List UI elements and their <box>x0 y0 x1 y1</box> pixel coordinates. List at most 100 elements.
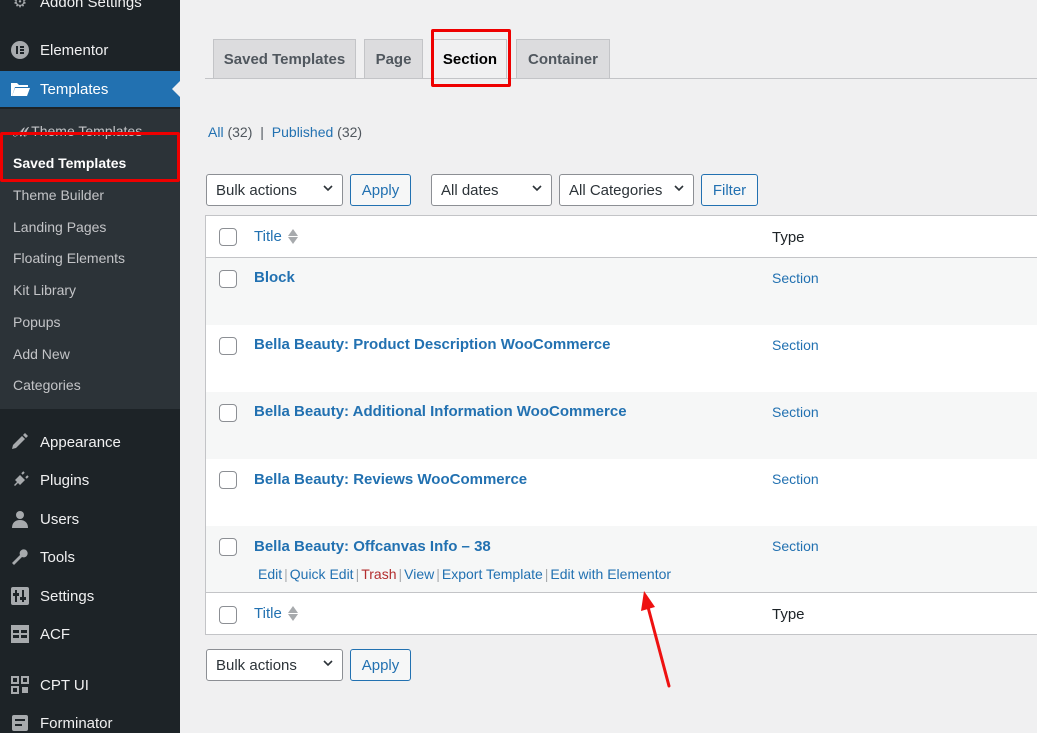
table-icon <box>9 624 31 644</box>
action-separator: | <box>398 566 403 582</box>
menu-plugins[interactable]: Plugins <box>0 462 180 498</box>
folder-icon <box>9 79 31 99</box>
highlight-section-tab <box>431 29 511 87</box>
column-title-label: Title <box>254 605 282 622</box>
plug-icon <box>9 470 31 490</box>
sort-icon <box>287 229 298 244</box>
menu-templates[interactable]: Templates <box>0 71 180 107</box>
edit-with-elementor-link[interactable]: Edit with Elementor <box>550 566 671 582</box>
tab-page[interactable]: Page <box>364 39 423 79</box>
export-template-link[interactable]: Export Template <box>442 566 543 582</box>
row-title-link[interactable]: Bella Beauty: Reviews WooCommerce <box>254 471 527 488</box>
view-all-link[interactable]: All <box>208 124 224 140</box>
row-type-link[interactable]: Section <box>772 404 819 420</box>
chevron-down-icon <box>323 660 333 667</box>
dates-select[interactable]: All dates <box>431 174 552 206</box>
column-title-label: Title <box>254 228 282 245</box>
menu-users[interactable]: Users <box>0 501 180 537</box>
menu-forminator[interactable]: Forminator <box>0 705 180 733</box>
grid-icon <box>9 675 31 695</box>
view-link[interactable]: View <box>404 566 434 582</box>
row-checkbox[interactable] <box>219 337 237 355</box>
chevron-down-icon <box>323 185 333 192</box>
column-type-header: Type <box>772 229 805 246</box>
categories-select[interactable]: All Categories <box>559 174 694 206</box>
action-separator: | <box>436 566 440 582</box>
tab-container[interactable]: Container <box>516 39 610 79</box>
row-title-link[interactable]: Bella Beauty: Additional Information Woo… <box>254 403 627 420</box>
menu-label: Appearance <box>40 433 121 451</box>
table-row: Bella Beauty: Additional Information Woo… <box>206 392 1037 459</box>
menu-label: ACF <box>40 625 70 643</box>
filter-button[interactable]: Filter <box>701 174 758 206</box>
row-type-link[interactable]: Section <box>772 471 819 487</box>
row-checkbox[interactable] <box>219 538 237 556</box>
action-separator: | <box>284 566 288 582</box>
tab-saved-templates[interactable]: Saved Templates <box>213 39 356 79</box>
select-all-checkbox[interactable] <box>219 228 237 246</box>
submenu-landing-pages[interactable]: Landing Pages <box>13 219 106 235</box>
menu-cpt-ui[interactable]: CPT UI <box>0 667 180 703</box>
menu-addon-settings[interactable]: ⚙ Addon Settings <box>0 0 180 20</box>
row-type-link[interactable]: Section <box>772 337 819 353</box>
form-icon <box>9 713 31 733</box>
apply-button-bottom[interactable]: Apply <box>350 649 411 681</box>
menu-label: Tools <box>40 548 76 566</box>
view-published-count: (32) <box>337 124 363 140</box>
menu-settings[interactable]: Settings <box>0 578 180 614</box>
submenu-add-new[interactable]: Add New <box>13 346 70 362</box>
admin-sidebar: ⚙ Addon Settings Elementor Templates 𝓜 T… <box>0 0 180 733</box>
menu-label: CPT UI <box>40 676 89 694</box>
trash-link[interactable]: Trash <box>361 566 396 582</box>
subsubsub-views: All (32) | Published (32) <box>208 124 362 140</box>
row-checkbox[interactable] <box>219 471 237 489</box>
menu-tools[interactable]: Tools <box>0 539 180 575</box>
templates-table: Title Type Block Section Bella Beauty: P… <box>205 215 1037 635</box>
menu-appearance[interactable]: Appearance <box>0 424 180 460</box>
action-separator: | <box>544 566 549 582</box>
column-title-header[interactable]: Title <box>254 228 298 245</box>
user-icon <box>9 509 31 529</box>
submenu-kit-library[interactable]: Kit Library <box>13 282 76 298</box>
table-row: Bella Beauty: Product Description WooCom… <box>206 325 1037 392</box>
row-type-link[interactable]: Section <box>772 270 819 286</box>
menu-label: Settings <box>40 587 95 605</box>
chevron-down-icon <box>674 185 684 192</box>
table-row: Bella Beauty: Offcanvas Info – 38 Sectio… <box>206 526 1037 593</box>
column-title-footer[interactable]: Title <box>254 605 298 622</box>
menu-label: Addon Settings <box>40 0 142 11</box>
action-separator: | <box>355 566 360 582</box>
submenu-categories[interactable]: Categories <box>13 377 81 393</box>
table-row: Block Section <box>206 258 1037 325</box>
table-footer: Title Type <box>206 594 1037 636</box>
row-checkbox[interactable] <box>219 270 237 288</box>
quick-edit-link[interactable]: Quick Edit <box>290 566 354 582</box>
row-title-link[interactable]: Bella Beauty: Product Description WooCom… <box>254 336 610 353</box>
apply-button-top[interactable]: Apply <box>350 174 411 206</box>
bulk-actions-value: Bulk actions <box>216 656 297 674</box>
row-title-link[interactable]: Bella Beauty: Offcanvas Info – 38 <box>254 538 491 555</box>
menu-label: Forminator <box>40 714 113 732</box>
row-checkbox[interactable] <box>219 404 237 422</box>
row-actions: Edit | Quick Edit | Trash | View | Export Templa… <box>256 566 673 582</box>
bulk-actions-select-bottom[interactable]: Bulk actions <box>206 649 343 681</box>
bulk-actions-select-top[interactable]: Bulk actions <box>206 174 343 206</box>
view-published-link[interactable]: Published <box>272 124 334 140</box>
submenu-floating-elements[interactable]: Floating Elements <box>13 250 125 266</box>
tab-divider <box>205 78 1037 79</box>
row-title-link[interactable]: Block <box>254 269 295 286</box>
sort-icon <box>287 606 298 621</box>
select-all-checkbox-bottom[interactable] <box>219 606 237 624</box>
table-header: Title Type <box>206 216 1037 258</box>
submenu-popups[interactable]: Popups <box>13 314 60 330</box>
highlight-saved-templates <box>0 132 180 182</box>
annotation-arrow-icon <box>641 591 671 688</box>
edit-link[interactable]: Edit <box>258 566 282 582</box>
gear-icon: ⚙ <box>12 0 28 11</box>
bulk-actions-value: Bulk actions <box>216 181 297 199</box>
submenu-theme-builder[interactable]: Theme Builder <box>13 187 104 203</box>
menu-elementor[interactable]: Elementor <box>0 32 180 68</box>
menu-label: Users <box>40 510 80 528</box>
row-type-link[interactable]: Section <box>772 538 819 554</box>
menu-acf[interactable]: ACF <box>0 616 180 652</box>
